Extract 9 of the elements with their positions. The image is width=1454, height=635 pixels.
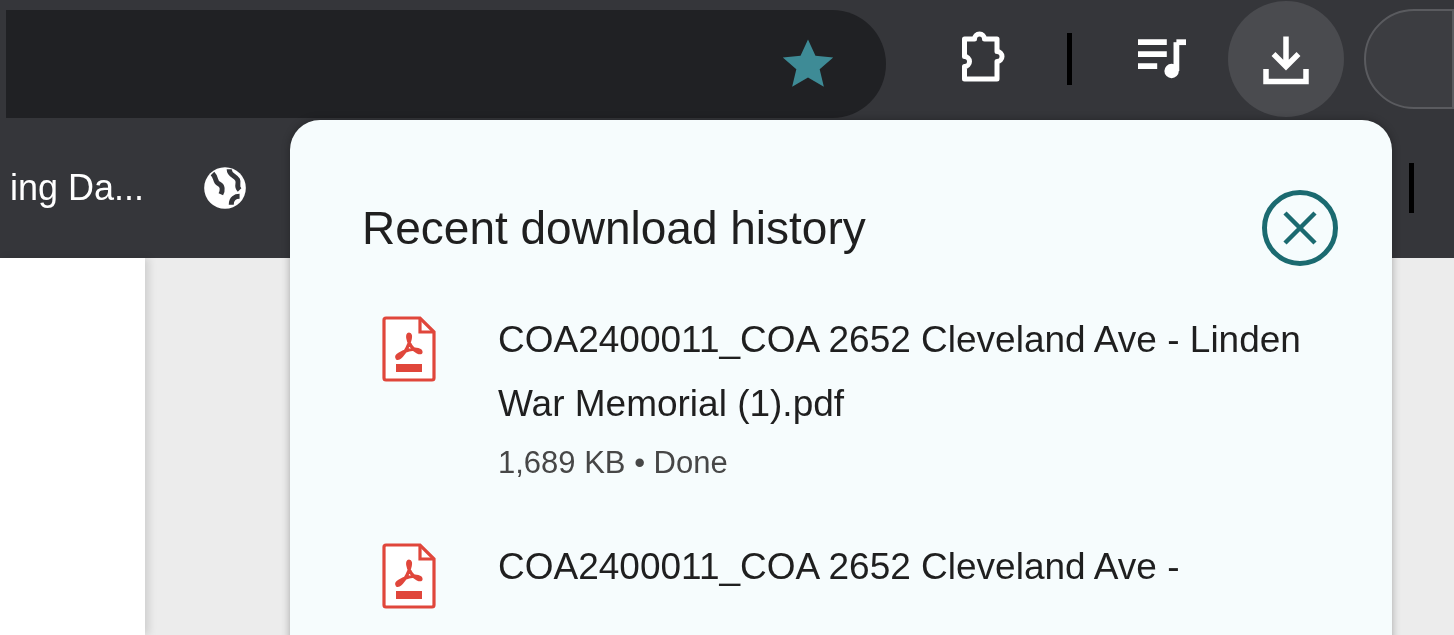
close-icon bbox=[1282, 210, 1318, 246]
file-name[interactable]: COA2400011_COA 2652 Cleveland Ave - Linden War Memorial (1).pdf bbox=[498, 308, 1318, 436]
bookmark-item[interactable]: ing Da... bbox=[10, 161, 145, 215]
popup-title: Recent download history bbox=[362, 200, 866, 256]
pdf-file-icon bbox=[382, 316, 438, 382]
file-status: 1,689 KB • Done bbox=[498, 444, 729, 482]
close-button[interactable] bbox=[1262, 190, 1338, 266]
pdf-file-icon bbox=[382, 542, 438, 609]
file-name[interactable]: COA2400011_COA 2652 Cleveland Ave - bbox=[498, 534, 1318, 599]
